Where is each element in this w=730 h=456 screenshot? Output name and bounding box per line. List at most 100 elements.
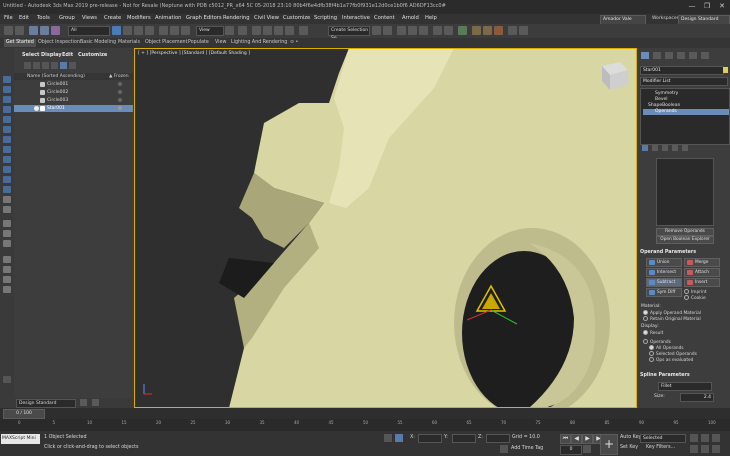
spinner-snap-icon[interactable]	[285, 26, 294, 35]
set-key-button[interactable]: Set Key	[620, 445, 638, 450]
select-by-name-icon[interactable]	[123, 26, 132, 35]
window-crossing-icon[interactable]	[145, 26, 154, 35]
z-coord-field[interactable]	[486, 434, 510, 443]
viewport-render[interactable]	[134, 48, 637, 408]
display-bones-icon[interactable]	[3, 186, 11, 193]
perspective-viewport[interactable]	[134, 48, 637, 408]
modifier-operands[interactable]: Operands	[643, 109, 729, 115]
menu-group[interactable]: Group	[59, 15, 75, 21]
sym-diff-button[interactable]: Sym Diff	[646, 288, 682, 297]
time-configuration-icon[interactable]	[583, 445, 591, 453]
track-bar-ruler[interactable]: 0 5 10 15 20 25 30 35 40 45 50 55 60 65 70 75 80 85 90 95 10…	[18, 420, 716, 430]
filter-options-icon[interactable]	[69, 62, 76, 69]
remove-operands-button[interactable]: Remove Operands	[656, 228, 714, 236]
set-key-icon[interactable]: +	[600, 434, 618, 455]
list-item[interactable]: Circle003	[14, 97, 133, 104]
explorer-tab-display[interactable]: Display	[41, 52, 62, 58]
name-column-header[interactable]: Name (Sorted Ascending)	[27, 73, 85, 80]
display-result-radio[interactable]: Result	[643, 330, 663, 336]
scale-icon[interactable]	[181, 26, 190, 35]
auto-key-button[interactable]: Auto Key	[620, 435, 641, 440]
selection-lock-icon[interactable]	[395, 434, 403, 442]
configure-modifier-sets-icon[interactable]	[682, 145, 688, 151]
visibility-icon[interactable]	[34, 106, 39, 111]
modifier-list-dropdown[interactable]: Modifier List	[640, 77, 728, 86]
ribbon-toggle-icon[interactable]	[419, 26, 428, 35]
orbit-icon[interactable]	[712, 445, 720, 453]
display-geometry-icon[interactable]	[3, 106, 11, 113]
filter-geometry-icon[interactable]	[24, 62, 31, 69]
filter-toggle-icon[interactable]	[60, 62, 67, 69]
move-icon[interactable]	[159, 26, 168, 35]
utilities-tab-icon[interactable]	[701, 52, 709, 59]
explorer-tab-customize[interactable]: Customize	[78, 52, 107, 58]
select-none-icon[interactable]	[3, 86, 11, 93]
invert-selection-icon[interactable]	[3, 96, 11, 103]
redo-icon[interactable]	[15, 26, 24, 35]
menu-tools[interactable]: Tools	[37, 15, 50, 21]
intersect-button[interactable]: Intersect	[646, 268, 682, 277]
tab-populate[interactable]: Populate	[188, 39, 209, 47]
layer-explorer-icon[interactable]	[408, 26, 417, 35]
menu-edit[interactable]: Edit	[19, 15, 29, 21]
link-icon[interactable]	[29, 26, 38, 35]
list-item-selected[interactable]: Star001	[14, 105, 133, 112]
filter-cameras-icon[interactable]	[51, 62, 58, 69]
menu-modifiers[interactable]: Modifiers	[127, 15, 151, 21]
spline-parameters-header[interactable]: Spline Parameters	[640, 372, 726, 379]
remove-modifier-icon[interactable]	[672, 145, 678, 151]
select-object-icon[interactable]	[112, 26, 121, 35]
hide-icon[interactable]	[3, 276, 11, 283]
filter-icon[interactable]	[3, 240, 11, 247]
menu-interactive[interactable]: Interactive	[342, 15, 370, 21]
collapse-icon[interactable]	[3, 376, 11, 383]
freeze-state-icon[interactable]	[118, 98, 122, 102]
scene-explorer-toggle-icon[interactable]	[397, 26, 406, 35]
tab-basic-modeling[interactable]: Basic Modeling	[80, 39, 116, 47]
named-selection-sets-dropdown[interactable]: Create Selection Se	[328, 26, 370, 41]
open-boolean-explorer-button[interactable]: Open Boolean Explorer	[656, 236, 714, 244]
menu-views[interactable]: Views	[82, 15, 97, 21]
render-in-cloud-icon[interactable]	[508, 26, 517, 35]
angle-snap-icon[interactable]	[263, 26, 272, 35]
selection-filter-dropdown[interactable]: All	[68, 26, 110, 36]
track-bar[interactable]: 0 5 10 15 20 25 30 35 40 45 50 55 60 65 70 75 80 85 90 95 10…	[0, 419, 730, 431]
cookie-checkbox[interactable]: Cookie	[684, 295, 706, 301]
zoom-icon[interactable]	[690, 434, 698, 442]
explorer-tab-select[interactable]: Select	[22, 52, 39, 58]
tab-view[interactable]: View	[215, 39, 226, 47]
fillet-dropdown[interactable]: Fillet	[658, 382, 712, 391]
workspace-toggle-icon[interactable]	[92, 399, 99, 406]
snap-toggle-icon[interactable]	[252, 26, 261, 35]
motion-tab-icon[interactable]	[677, 52, 685, 59]
y-coord-field[interactable]	[452, 434, 476, 443]
reference-coord-dropdown[interactable]: View	[196, 26, 224, 36]
display-groups-icon[interactable]	[3, 166, 11, 173]
pan-icon[interactable]	[701, 445, 709, 453]
field-of-view-icon[interactable]	[690, 445, 698, 453]
hierarchy-icon[interactable]	[3, 230, 11, 237]
show-end-result-icon[interactable]	[652, 145, 658, 151]
undo-icon[interactable]	[4, 26, 13, 35]
material-editor-icon[interactable]	[458, 26, 467, 35]
make-unique-icon[interactable]	[662, 145, 668, 151]
modify-tab-icon[interactable]	[653, 52, 661, 59]
pin-stack-icon[interactable]	[642, 145, 648, 151]
menu-civil-view[interactable]: Civil View	[254, 15, 279, 21]
display-shapes-icon[interactable]	[3, 116, 11, 123]
isolate-selection-icon[interactable]	[384, 434, 392, 442]
sort-icon[interactable]	[3, 286, 11, 293]
zoom-extents-icon[interactable]	[712, 434, 720, 442]
close-button[interactable]: ✕	[715, 1, 729, 12]
attach-button[interactable]: Attach	[684, 268, 720, 277]
curve-editor-icon[interactable]	[433, 26, 442, 35]
time-slider[interactable]: 0 / 100	[0, 408, 730, 419]
menu-content[interactable]: Content	[374, 15, 395, 21]
rendered-frame-window-icon[interactable]	[483, 26, 492, 35]
mirror-icon[interactable]	[372, 26, 381, 35]
x-coord-field[interactable]	[418, 434, 442, 443]
freeze-state-icon[interactable]	[118, 106, 122, 110]
freeze-icon[interactable]	[3, 266, 11, 273]
bind-space-warp-icon[interactable]	[51, 26, 60, 35]
zoom-all-icon[interactable]	[701, 434, 709, 442]
